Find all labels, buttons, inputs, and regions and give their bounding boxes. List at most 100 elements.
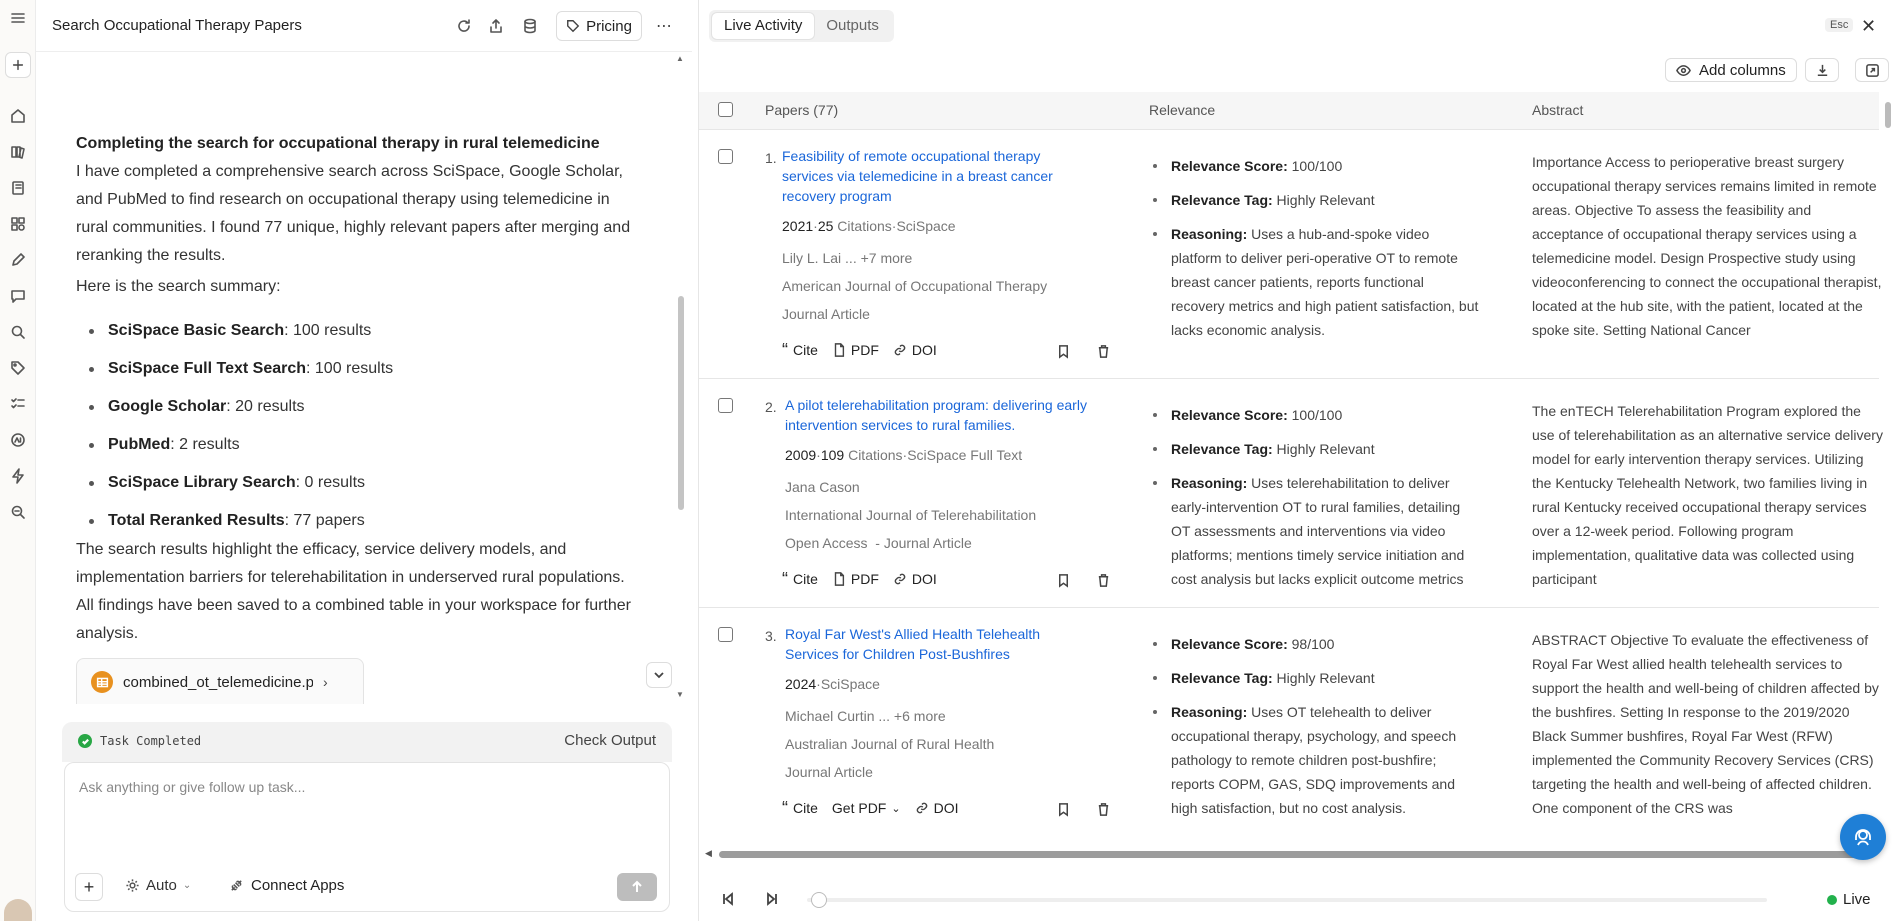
timeline-handle[interactable] (811, 892, 827, 908)
expand-button[interactable] (1855, 58, 1889, 82)
column-header-relevance[interactable]: Relevance (1149, 102, 1215, 118)
avatar[interactable] (4, 899, 32, 921)
column-header-abstract[interactable]: Abstract (1532, 102, 1583, 118)
paper-authors[interactable]: Lily L. Lai ... +7 more (782, 250, 912, 266)
library-icon[interactable] (8, 142, 28, 162)
tag-icon[interactable] (8, 358, 28, 378)
scroll-up-arrow-icon[interactable]: ▲ (676, 54, 684, 63)
table-vertical-scrollbar[interactable] (1885, 92, 1893, 842)
send-button[interactable] (617, 873, 657, 901)
tab-outputs[interactable]: Outputs (814, 13, 891, 39)
doi-button[interactable]: DOI (893, 342, 937, 358)
pricing-button[interactable]: Pricing (556, 11, 642, 41)
get-pdf-button[interactable]: Get PDF ⌄ (832, 800, 901, 816)
column-header-papers[interactable]: Papers (77) (765, 102, 838, 118)
file-name: combined_ot_telemedicine.p (123, 673, 313, 691)
add-columns-button[interactable]: Add columns (1665, 58, 1797, 82)
task-status-bar: Task Completed Check Output (62, 722, 672, 762)
trash-icon[interactable] (1095, 572, 1111, 588)
pdf-button[interactable]: PDF (832, 342, 879, 358)
table-horizontal-scrollbar[interactable]: ◀ (705, 848, 1885, 860)
relevance-tag: Relevance Tag: Highly Relevant (1149, 188, 1479, 212)
expand-icon (1865, 63, 1879, 77)
check-output-link[interactable]: Check Output (564, 732, 656, 749)
paper-type: Open Access - Journal Article (785, 535, 972, 551)
add-columns-label: Add columns (1699, 61, 1786, 79)
scroll-thumb[interactable] (719, 851, 1869, 858)
row-checkbox[interactable] (718, 398, 733, 413)
paper-title-link[interactable]: Feasibility of remote occupational thera… (782, 146, 1082, 206)
checklist-icon[interactable] (8, 394, 28, 414)
support-chat-button[interactable] (1840, 814, 1886, 860)
quote-icon: “ (782, 798, 788, 818)
row-checkbox[interactable] (718, 627, 733, 642)
scroll-thumb[interactable] (678, 296, 684, 510)
message-heading: Completing the search for occupational t… (76, 135, 600, 152)
refresh-icon[interactable] (454, 16, 474, 36)
list-item: Total Reranked Results: 77 papers (76, 502, 636, 540)
paper-title-link[interactable]: A pilot telerehabilitation program: deli… (785, 395, 1125, 435)
download-button[interactable] (1805, 58, 1839, 82)
chat-panel: Search Occupational Therapy Papers Prici… (36, 0, 692, 921)
live-indicator[interactable]: Live (1827, 891, 1871, 908)
chat-scrollbar[interactable]: ▲ ▼ (675, 54, 685, 700)
paper-title-link[interactable]: Royal Far West's Allied Health Telehealt… (785, 624, 1085, 664)
close-icon[interactable]: ✕ (1861, 16, 1876, 37)
bookmark-icon[interactable] (1055, 801, 1071, 817)
apps-icon[interactable] (8, 214, 28, 234)
scroll-thumb[interactable] (1885, 102, 1891, 128)
database-icon[interactable] (520, 16, 540, 36)
prompt-box: + Auto ⌄ Connect Apps (64, 762, 670, 912)
edit-icon[interactable] (8, 250, 28, 270)
scroll-down-arrow-icon[interactable]: ▼ (676, 690, 684, 699)
zoom-search-icon[interactable] (8, 502, 28, 522)
prompt-input[interactable] (79, 779, 639, 839)
tab-live-activity[interactable]: Live Activity (712, 13, 815, 39)
cite-button[interactable]: “Cite (782, 798, 818, 818)
doi-button[interactable]: DOI (893, 571, 937, 587)
cite-button[interactable]: “Cite (782, 341, 818, 359)
lightning-icon[interactable] (8, 466, 28, 486)
trash-icon[interactable] (1095, 801, 1111, 817)
menu-icon[interactable] (8, 8, 28, 28)
connect-apps-button[interactable]: Connect Apps (229, 877, 344, 894)
doi-button[interactable]: DOI (915, 800, 958, 816)
output-file-chip[interactable]: combined_ot_telemedicine.p › (76, 658, 364, 704)
share-icon[interactable] (486, 16, 506, 36)
relevance-info: Relevance Score: 100/100 Relevance Tag: … (1149, 154, 1479, 352)
activity-timeline: Live (699, 882, 1893, 920)
list-item: SciSpace Full Text Search: 100 results (76, 350, 636, 388)
trash-icon[interactable] (1095, 343, 1111, 359)
attach-button[interactable]: + (75, 873, 103, 901)
ai-detector-icon[interactable] (8, 430, 28, 450)
chat-icon[interactable] (8, 286, 28, 306)
scroll-to-bottom-button[interactable] (646, 662, 672, 688)
select-all-checkbox[interactable] (718, 102, 733, 117)
mode-selector[interactable]: Auto ⌄ (125, 877, 191, 894)
paper-abstract: The enTECH Telerehabilitation Program ex… (1532, 403, 1883, 587)
gear-icon (126, 879, 139, 892)
list-item: Google Scholar: 20 results (76, 388, 636, 426)
pdf-button[interactable]: PDF (832, 571, 879, 587)
home-icon[interactable] (8, 106, 28, 126)
skip-forward-icon[interactable] (763, 890, 781, 908)
row-checkbox[interactable] (718, 149, 733, 164)
more-options-icon[interactable]: ⋯ (654, 16, 674, 36)
skip-back-icon[interactable] (719, 890, 737, 908)
scroll-left-arrow-icon[interactable]: ◀ (705, 848, 712, 859)
cite-button[interactable]: “Cite (782, 570, 818, 588)
timeline-track[interactable] (807, 898, 1767, 902)
notebook-icon[interactable] (8, 178, 28, 198)
relevance-tag: Relevance Tag: Highly Relevant (1149, 666, 1479, 690)
table-row: 2. A pilot telerehabilitation program: d… (699, 379, 1883, 608)
new-task-button[interactable] (5, 52, 31, 78)
row-number: 1. (765, 150, 777, 166)
plus-icon: + (83, 876, 95, 897)
paper-authors[interactable]: Jana Cason (785, 479, 860, 495)
bookmark-icon[interactable] (1055, 343, 1071, 359)
search-icon[interactable] (8, 322, 28, 342)
paper-authors[interactable]: Michael Curtin ... +6 more (785, 708, 946, 724)
bookmark-icon[interactable] (1055, 572, 1071, 588)
relevance-info: Relevance Score: 98/100 Relevance Tag: H… (1149, 632, 1479, 830)
check-circle-icon (78, 734, 92, 748)
